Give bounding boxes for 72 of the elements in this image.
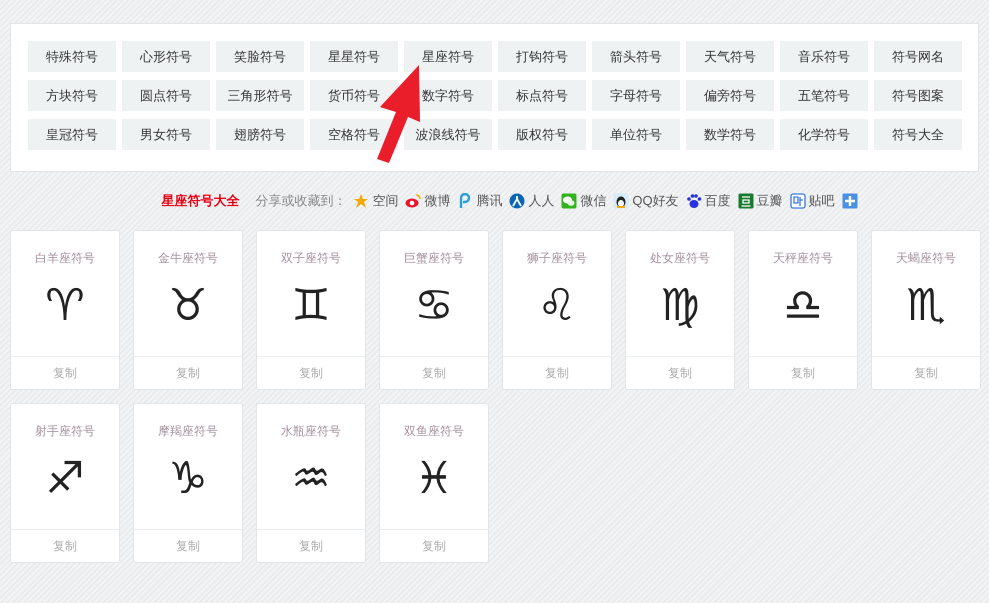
category-link[interactable]: 箭头符号 [592,41,680,72]
penguin-icon[interactable] [613,193,630,209]
circle-logo-icon[interactable] [509,193,526,209]
zodiac-symbol: ♓ [414,452,454,506]
category-link[interactable]: 货币符号 [310,80,398,111]
symbol-name: 射手座符号 [35,423,95,439]
category-link[interactable]: 标点符号 [498,80,586,111]
zodiac-symbol: ♌ [537,279,577,333]
symbol-name: 狮子座符号 [527,250,587,266]
symbol-name: 金牛座符号 [158,250,218,266]
zodiac-symbol: ♐ [45,452,85,506]
symbol-name: 白羊座符号 [35,250,95,266]
share-link[interactable]: 微博 [424,191,450,211]
share-link[interactable]: 微信 [580,191,606,211]
symbol-name: 天蝎座符号 [896,250,956,266]
category-link[interactable]: 版权符号 [498,119,586,150]
zodiac-symbol: ♒ [291,452,331,506]
category-link[interactable]: 符号网名 [874,41,962,72]
category-link[interactable]: 翅膀符号 [216,119,304,150]
star-icon[interactable] [353,193,370,209]
share-link[interactable]: 百度 [704,191,731,211]
category-link[interactable]: 偏旁符号 [686,80,774,111]
share-link[interactable]: 空间 [372,191,398,211]
category-link[interactable]: 五笔符号 [780,80,868,111]
zodiac-symbol: ♉ [168,279,208,333]
zodiac-symbol: ♎ [783,279,823,333]
square-logo-icon[interactable] [738,193,754,209]
category-link[interactable]: 单位符号 [592,119,680,150]
share-link[interactable]: QQ好友 [632,191,679,211]
symbol-name: 天秤座符号 [773,250,833,266]
share-link[interactable]: 贴吧 [808,191,835,211]
category-link[interactable]: 星座符号 [404,41,492,72]
share-link[interactable]: 腾讯 [476,191,502,211]
category-link[interactable]: 音乐符号 [780,41,868,72]
symbol-name: 双子座符号 [281,250,341,266]
symbol-name: 水瓶座符号 [281,423,341,439]
category-link[interactable]: 符号大全 [874,119,962,150]
paw-icon[interactable] [686,193,702,209]
category-link[interactable]: 三角形符号 [216,80,304,111]
symbol-name: 巨蟹座符号 [404,250,464,266]
zodiac-symbol: ♋ [414,279,454,333]
share-link[interactable]: 豆瓣 [756,191,783,211]
symbol-name: 双鱼座符号 [404,423,464,439]
symbol-name: 摩羯座符号 [158,423,218,439]
zodiac-symbol: ♍ [660,279,700,333]
page-title: 星座符号大全 [161,192,240,210]
square-logo-icon[interactable] [790,193,806,209]
share-prompt: 分享或收藏到： [255,192,346,210]
category-link[interactable]: 波浪线符号 [404,119,492,150]
zodiac-symbol: ♑ [168,452,208,506]
category-link[interactable]: 男女符号 [122,119,210,150]
category-link[interactable]: 心形符号 [122,41,210,72]
category-link[interactable]: 符号图案 [874,80,962,111]
plus-icon[interactable] [842,193,858,209]
zodiac-symbol: ♊ [291,279,331,333]
category-link[interactable]: 圆点符号 [122,80,210,111]
eye-icon[interactable] [405,193,422,209]
category-link[interactable]: 方块符号 [28,80,116,111]
category-link[interactable]: 打钩符号 [498,41,586,72]
category-link[interactable]: 笑脸符号 [216,41,304,72]
category-link[interactable]: 化学符号 [780,119,868,150]
category-link[interactable]: 天气符号 [686,41,774,72]
zodiac-symbol: ♏ [906,279,946,333]
category-link[interactable]: 字母符号 [592,80,680,111]
zodiac-symbol: ♈ [45,279,85,333]
share-link[interactable]: 人人 [528,191,554,211]
category-link[interactable]: 星星符号 [310,41,398,72]
category-link[interactable]: 皇冠符号 [28,119,116,150]
category-link[interactable]: 数学符号 [686,119,774,150]
category-link[interactable]: 特殊符号 [28,41,116,72]
chat-bubbles-icon[interactable] [561,193,578,209]
symbol-name: 处女座符号 [650,250,710,266]
